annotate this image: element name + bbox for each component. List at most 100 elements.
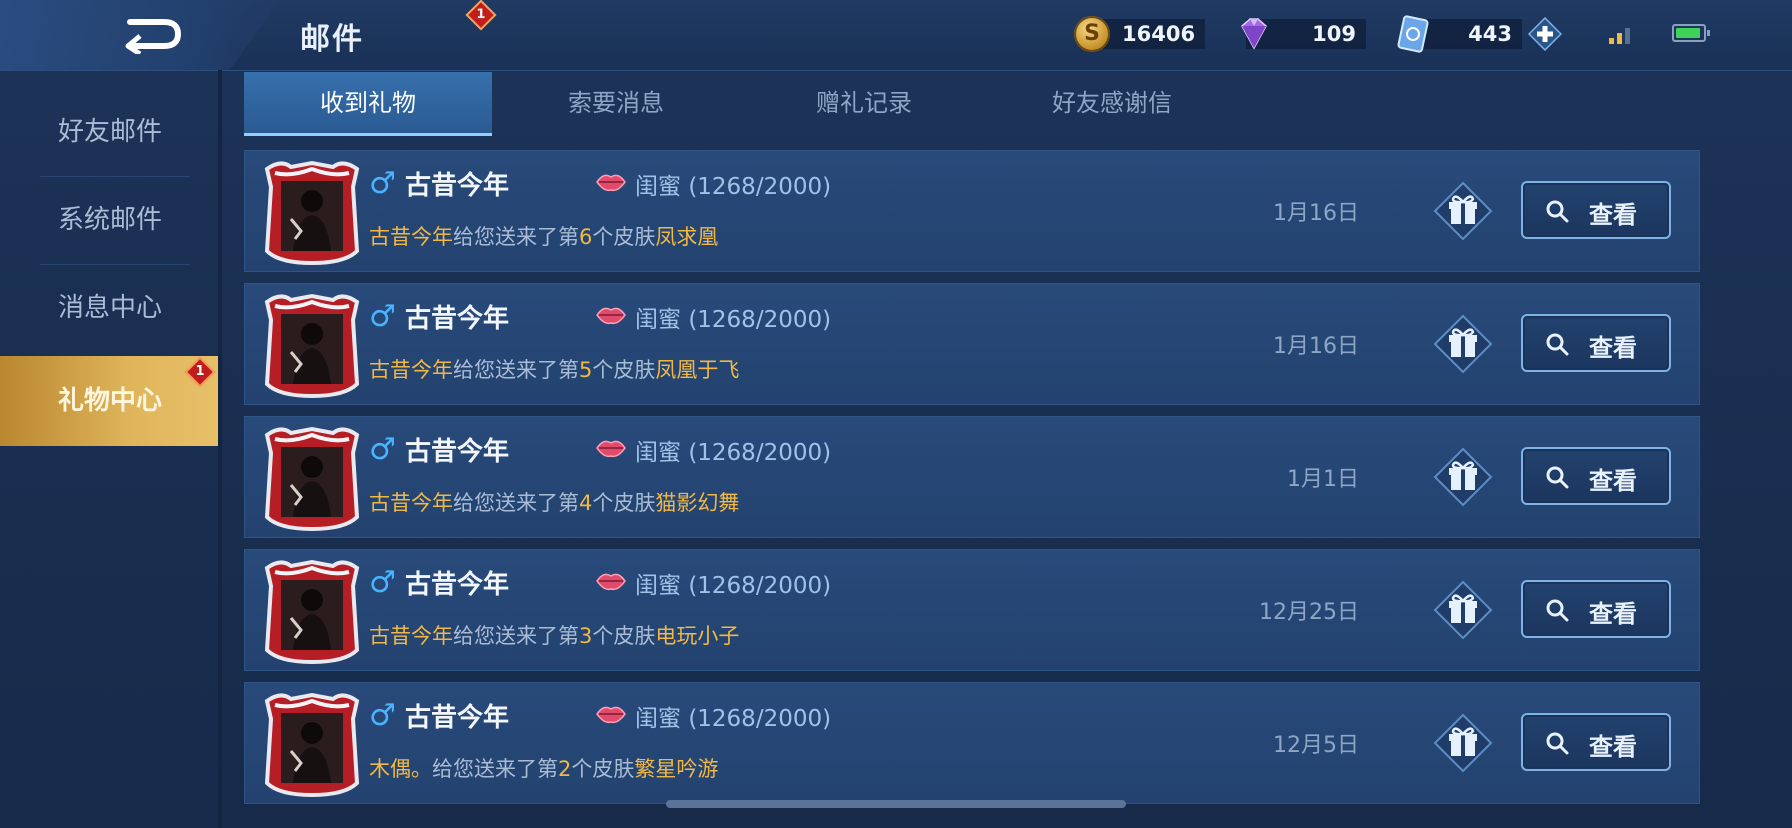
voucher-icon bbox=[1397, 15, 1429, 53]
message-text: 给您送来了第 bbox=[432, 757, 558, 781]
search-icon bbox=[1546, 599, 1569, 622]
gift-count: 6 bbox=[579, 225, 593, 249]
sidebar-item-message-center[interactable]: 消息中心 bbox=[0, 268, 220, 348]
gift-icon[interactable] bbox=[1433, 181, 1493, 241]
avatar[interactable] bbox=[261, 159, 363, 265]
gift-count: 5 bbox=[579, 358, 593, 382]
message-text: 个皮肤 bbox=[592, 624, 656, 648]
signal-icon bbox=[1609, 28, 1630, 44]
sender-name: 古昔今年 bbox=[369, 358, 453, 382]
gift-date: 12月25日 bbox=[1259, 600, 1359, 625]
relation-label: 闺蜜 (1268/2000) bbox=[635, 699, 831, 733]
add-currency-button[interactable] bbox=[1528, 17, 1562, 51]
avatar[interactable] bbox=[261, 558, 363, 664]
gift-row: ♂ 古昔今年 闺蜜 (1268/2000) 古昔今年给您送来了第3个皮肤电玩小子… bbox=[244, 549, 1700, 671]
friend-name: 古昔今年 bbox=[405, 304, 510, 334]
relation-label: 闺蜜 (1268/2000) bbox=[635, 433, 831, 467]
view-button[interactable]: 查看 bbox=[1521, 713, 1671, 771]
relation-label: 闺蜜 (1268/2000) bbox=[635, 566, 831, 600]
gift-icon[interactable] bbox=[1433, 580, 1493, 640]
gift-icon[interactable] bbox=[1433, 314, 1493, 374]
view-button[interactable]: 查看 bbox=[1521, 580, 1671, 638]
skin-name: 凤凰于飞 bbox=[655, 358, 740, 382]
gift-count: 2 bbox=[558, 757, 572, 781]
gift-date: 12月5日 bbox=[1273, 733, 1359, 758]
diamond-icon bbox=[1241, 18, 1267, 50]
relation-type: 闺蜜 bbox=[635, 440, 681, 466]
lips-icon bbox=[596, 174, 626, 192]
friend-name: 古昔今年 bbox=[405, 570, 510, 600]
message-text: 给您送来了第 bbox=[453, 358, 579, 382]
relation-type: 闺蜜 bbox=[635, 706, 681, 732]
sender-name: 古昔今年 bbox=[369, 624, 453, 648]
gift-icon[interactable] bbox=[1433, 713, 1493, 773]
message-text: 给您送来了第 bbox=[453, 225, 579, 249]
view-button[interactable]: 查看 bbox=[1521, 314, 1671, 372]
gift-date: 1月16日 bbox=[1273, 334, 1359, 359]
gift-row: ♂ 古昔今年 闺蜜 (1268/2000) 古昔今年给您送来了第4个皮肤猫影幻舞… bbox=[244, 416, 1700, 538]
sender-name: 古昔今年 bbox=[369, 225, 453, 249]
sidebar-item-label: 消息中心 bbox=[57, 293, 162, 323]
sidebar-item-friend-mail[interactable]: 好友邮件 bbox=[0, 92, 220, 172]
intimacy-value: (1268/2000) bbox=[688, 174, 832, 200]
page-title: 邮件 bbox=[300, 22, 364, 57]
male-icon: ♂ bbox=[369, 432, 396, 467]
lips-icon bbox=[596, 706, 626, 724]
back-arrow-icon bbox=[125, 19, 182, 54]
message-text: 给您送来了第 bbox=[453, 491, 579, 515]
sidebar-item-label: 好友邮件 bbox=[57, 117, 162, 147]
sidebar-item-system-mail[interactable]: 系统邮件 bbox=[0, 180, 220, 260]
search-icon bbox=[1546, 466, 1569, 489]
relation-type: 闺蜜 bbox=[635, 573, 681, 599]
sidebar-divider bbox=[40, 176, 190, 177]
view-button-label: 查看 bbox=[1589, 201, 1637, 229]
top-bar: 邮件 S 16406 109 443 bbox=[0, 0, 1792, 71]
tab-gift-records[interactable]: 赠礼记录 bbox=[740, 72, 988, 136]
male-icon: ♂ bbox=[369, 698, 396, 733]
tab-friend-thanks[interactable]: 好友感谢信 bbox=[988, 72, 1236, 136]
skin-name: 繁星吟游 bbox=[634, 757, 719, 781]
gift-message: 古昔今年给您送来了第5个皮肤凤凰于飞 bbox=[369, 354, 739, 384]
skin-name: 凤求凰 bbox=[655, 225, 719, 249]
back-button[interactable] bbox=[0, 0, 280, 70]
view-button[interactable]: 查看 bbox=[1521, 181, 1671, 239]
intimacy-value: (1268/2000) bbox=[688, 307, 832, 333]
gift-message: 古昔今年给您送来了第4个皮肤猫影幻舞 bbox=[369, 487, 739, 517]
friend-name: 古昔今年 bbox=[405, 437, 510, 467]
scrollbar[interactable] bbox=[666, 800, 1126, 808]
sidebar-item-gift-center[interactable]: 礼物中心 1 bbox=[0, 356, 220, 446]
gift-row: ♂ 古昔今年 闺蜜 (1268/2000) 木偶。给您送来了第2个皮肤繁星吟游 … bbox=[244, 682, 1700, 804]
lips-icon bbox=[596, 573, 626, 591]
avatar[interactable] bbox=[261, 292, 363, 398]
avatar[interactable] bbox=[261, 691, 363, 797]
gold-currency: S 16406 bbox=[1074, 14, 1206, 54]
search-icon bbox=[1546, 200, 1569, 223]
avatar[interactable] bbox=[261, 425, 363, 531]
skin-name: 猫影幻舞 bbox=[655, 491, 740, 515]
gold-coin-icon: S bbox=[1074, 16, 1110, 52]
gift-message: 古昔今年给您送来了第3个皮肤电玩小子 bbox=[369, 620, 739, 650]
view-button-label: 查看 bbox=[1589, 733, 1637, 761]
sidebar-item-label: 礼物中心 bbox=[57, 386, 162, 416]
relation-label: 闺蜜 (1268/2000) bbox=[635, 300, 831, 334]
search-icon bbox=[1546, 732, 1569, 755]
intimacy-value: (1268/2000) bbox=[688, 440, 832, 466]
friend-name: 古昔今年 bbox=[405, 171, 510, 201]
search-icon bbox=[1546, 333, 1569, 356]
sender-name: 木偶。 bbox=[369, 757, 432, 781]
view-button-label: 查看 bbox=[1589, 467, 1637, 495]
sidebar-item-label: 系统邮件 bbox=[57, 205, 162, 235]
message-text: 个皮肤 bbox=[571, 757, 635, 781]
intimacy-value: (1268/2000) bbox=[688, 573, 832, 599]
sidebar-divider bbox=[40, 264, 190, 265]
gift-icon[interactable] bbox=[1433, 447, 1493, 507]
friend-name: 古昔今年 bbox=[405, 703, 510, 733]
view-button[interactable]: 查看 bbox=[1521, 447, 1671, 505]
voucher-currency: 443 bbox=[1396, 14, 1562, 54]
tab-request-messages[interactable]: 索要消息 1 bbox=[465, 0, 740, 136]
tab-received-gifts[interactable]: 收到礼物 bbox=[244, 72, 492, 136]
skin-name: 电玩小子 bbox=[655, 624, 740, 648]
lips-icon bbox=[596, 307, 626, 325]
male-icon: ♂ bbox=[369, 299, 396, 334]
male-icon: ♂ bbox=[369, 565, 396, 600]
